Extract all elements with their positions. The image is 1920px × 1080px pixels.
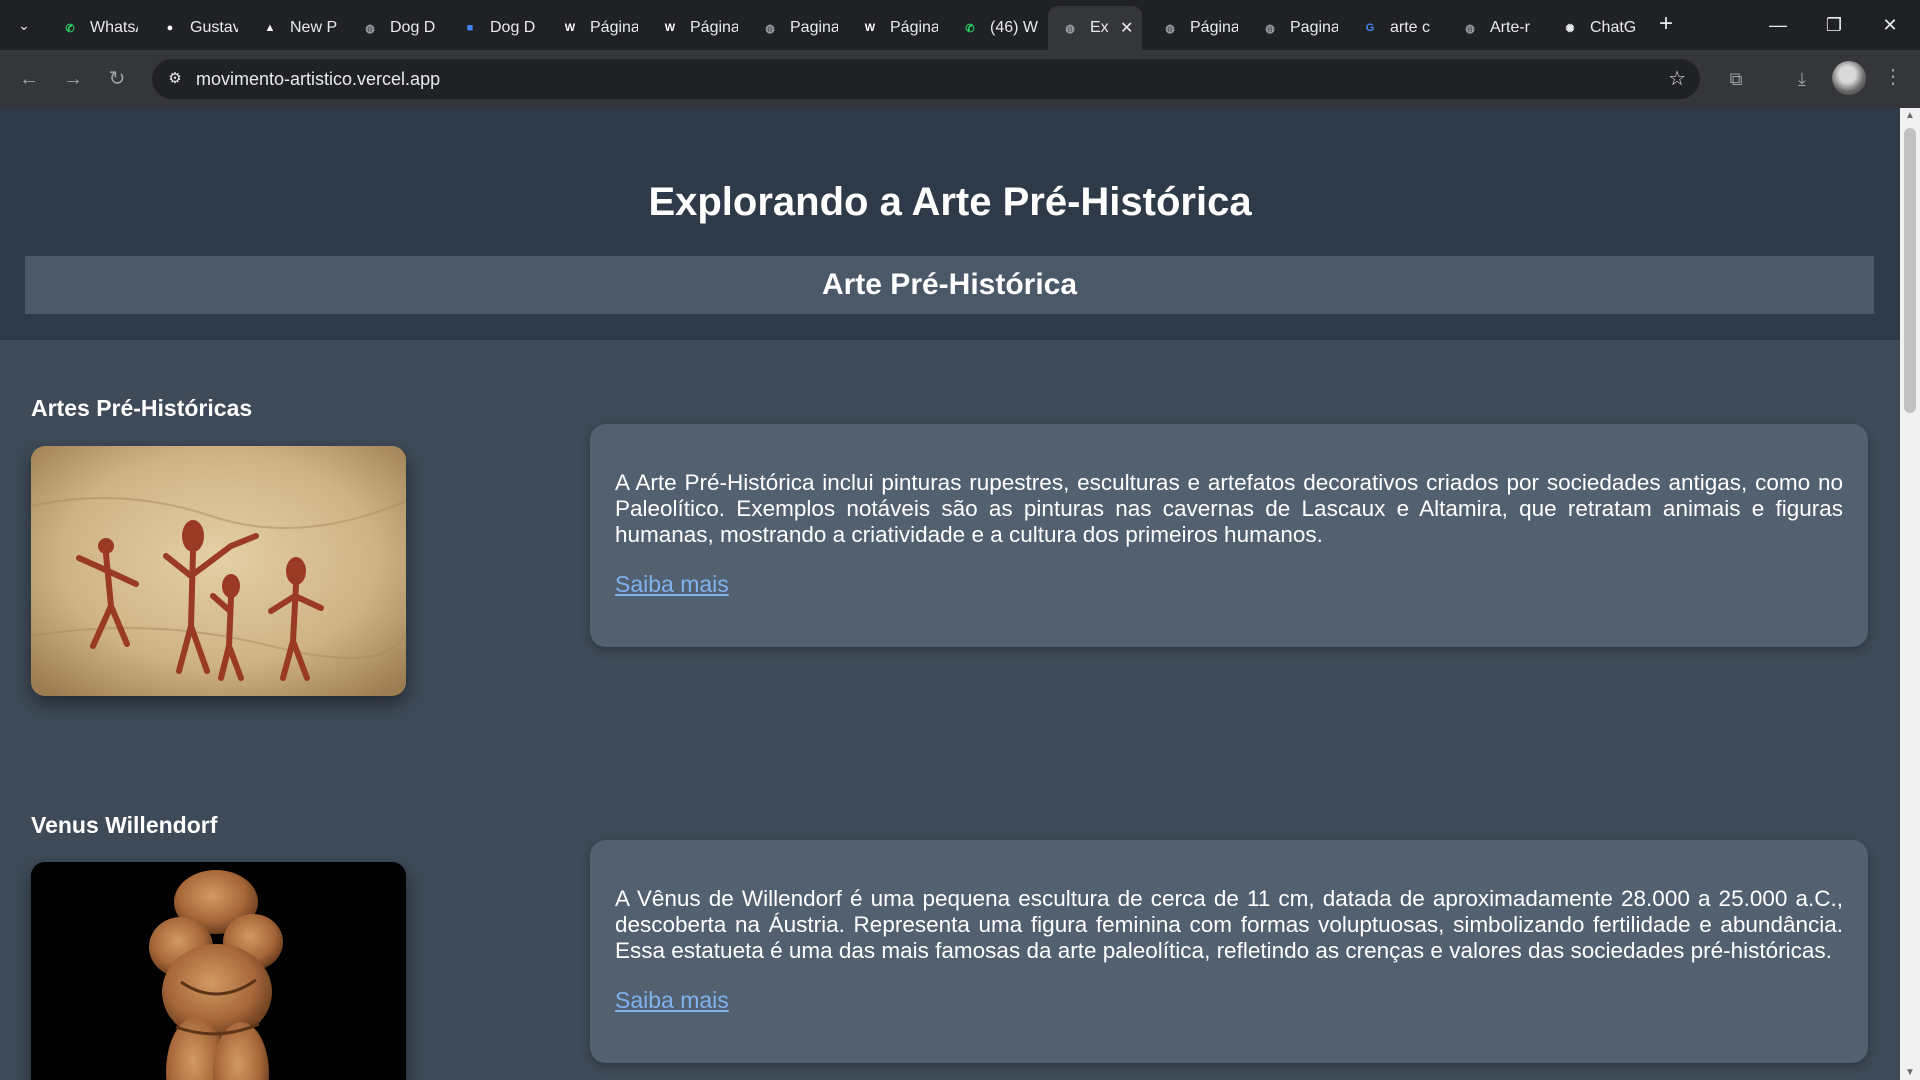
scrollbar-thumb[interactable] bbox=[1904, 128, 1916, 413]
browser-tab[interactable]: ◍ Página bbox=[1148, 6, 1244, 50]
google-icon: G bbox=[1365, 22, 1375, 34]
tab-title: Página bbox=[890, 19, 938, 36]
section-heading: Artes Pré-Históricas bbox=[31, 395, 253, 421]
info-card: A Arte Pré-Histórica inclui pinturas rup… bbox=[590, 424, 1868, 647]
ws-icon: W bbox=[664, 22, 676, 34]
scroll-up-arrow-icon[interactable]: ▲ bbox=[1900, 110, 1920, 121]
browser-tab[interactable]: ✺ ChatG bbox=[1548, 6, 1644, 50]
whatsapp-icon: ✆ bbox=[965, 22, 975, 35]
tab-strip: ⌄ ✆ WhatsApp ● Gustavo ▲ New P ◍ Dog D ■ Dog D W Pá… bbox=[0, 0, 1920, 50]
whatsapp-icon: ✆ bbox=[65, 22, 75, 35]
tab-title: Página bbox=[690, 19, 738, 36]
close-tab-icon[interactable]: ✕ bbox=[1120, 18, 1133, 38]
browser-tab[interactable]: ■ Dog D bbox=[448, 6, 544, 50]
card-text: A Arte Pré-Histórica inclui pinturas rup… bbox=[615, 470, 1843, 547]
browser-tab[interactable]: ◍ Dog D bbox=[348, 6, 444, 50]
bookmark-star-icon[interactable]: ☆ bbox=[1668, 66, 1686, 91]
site-info-icon[interactable]: ⚙ bbox=[162, 66, 188, 92]
browser-tab[interactable]: W Página bbox=[848, 6, 944, 50]
tab-title: Página bbox=[1190, 19, 1238, 36]
saiba-mais-link[interactable]: Saiba mais bbox=[615, 987, 729, 1014]
url-text[interactable]: movimento-artistico.vercel.app bbox=[196, 69, 440, 90]
tab-search-chevron-icon[interactable]: ⌄ bbox=[10, 11, 38, 39]
site-header: Explorando a Arte Pré-Histórica Arte Pré… bbox=[0, 108, 1900, 340]
browser-tab[interactable]: ✆ WhatsApp bbox=[48, 6, 144, 50]
contact-icon: ■ bbox=[466, 22, 474, 34]
vercel-icon: ▲ bbox=[264, 22, 276, 34]
openai-icon: ✺ bbox=[1565, 22, 1575, 35]
globe-icon: ◍ bbox=[365, 22, 375, 35]
tab-title: Dog D bbox=[490, 19, 536, 36]
restore-button[interactable]: ❐ bbox=[1806, 0, 1862, 50]
browser-tab[interactable]: ● Gustavo bbox=[148, 6, 244, 50]
browser-tab[interactable]: ◍ Pagina bbox=[748, 6, 844, 50]
tab-title: New P bbox=[290, 19, 338, 36]
ws-icon: W bbox=[864, 22, 876, 34]
tab-title: Pagina bbox=[1290, 19, 1338, 36]
address-bar[interactable]: ⚙ movimento-artistico.vercel.app ☆ bbox=[152, 59, 1700, 99]
browser-toolbar: ← → ↻ ⚙ movimento-artistico.vercel.app ☆… bbox=[0, 50, 1920, 108]
page-scrollbar[interactable]: ▲ ▼ bbox=[1900, 108, 1920, 1080]
subtitle-bar: Arte Pré-Histórica bbox=[25, 256, 1874, 314]
tab-title: Arte-r bbox=[1490, 19, 1530, 36]
cave-painting-image bbox=[31, 446, 406, 696]
download-icon[interactable]: ⤓ bbox=[1788, 65, 1816, 93]
browser-tab[interactable]: ◍ Pagina bbox=[1248, 6, 1344, 50]
tab-title: ChatG bbox=[1590, 19, 1637, 36]
info-card: A Vênus de Willendorf é uma pequena escu… bbox=[590, 840, 1868, 1063]
reload-icon[interactable]: ↻ bbox=[102, 64, 132, 94]
card-text: A Vênus de Willendorf é uma pequena escu… bbox=[615, 886, 1843, 963]
browser-tab[interactable]: ◍ Ex ✕ bbox=[1048, 6, 1142, 50]
menu-dots-icon[interactable]: ⋮ bbox=[1880, 64, 1906, 89]
browser-tab[interactable]: Garte c bbox=[1348, 6, 1444, 50]
browser-tab[interactable]: ✆ (46) W bbox=[948, 6, 1044, 50]
tab-title: Dog D bbox=[390, 19, 436, 36]
back-arrow-icon[interactable]: ← bbox=[14, 64, 44, 94]
tab-title: Gustavo bbox=[190, 19, 238, 36]
github-icon: ● bbox=[166, 22, 174, 34]
tab-title: arte c bbox=[1390, 19, 1431, 36]
page-title: Explorando a Arte Pré-Histórica bbox=[648, 180, 1252, 224]
globe-icon: ◍ bbox=[1065, 22, 1075, 35]
tab-title: Pagina bbox=[790, 19, 838, 36]
extensions-icon[interactable]: ⧉ bbox=[1722, 65, 1750, 93]
new-tab-button[interactable]: + bbox=[1652, 11, 1680, 39]
globe-icon: ◍ bbox=[1465, 22, 1475, 35]
browser-tab[interactable]: W Página bbox=[548, 6, 644, 50]
saiba-mais-link[interactable]: Saiba mais bbox=[615, 571, 729, 598]
ws-icon: W bbox=[564, 22, 576, 34]
page-viewport: Explorando a Arte Pré-Histórica Arte Pré… bbox=[0, 108, 1900, 1080]
close-window-button[interactable]: ✕ bbox=[1862, 0, 1918, 50]
globe-icon: ◍ bbox=[765, 22, 775, 35]
section-heading: Venus Willendorf bbox=[31, 812, 218, 838]
browser-tab[interactable]: W Página bbox=[648, 6, 744, 50]
minimize-button[interactable]: — bbox=[1750, 0, 1806, 50]
venus-statue-image bbox=[31, 862, 406, 1080]
scroll-down-arrow-icon[interactable]: ▼ bbox=[1900, 1067, 1920, 1078]
forward-arrow-icon[interactable]: → bbox=[58, 64, 88, 94]
tab-title: (46) W bbox=[990, 19, 1038, 36]
tab-title: WhatsApp bbox=[90, 19, 138, 36]
profile-avatar[interactable] bbox=[1832, 61, 1866, 95]
globe-icon: ◍ bbox=[1265, 22, 1275, 35]
browser-tab[interactable]: ◍ Arte-r bbox=[1448, 6, 1544, 50]
page-subtitle: Arte Pré-Histórica bbox=[821, 268, 1078, 301]
tab-title: Página bbox=[590, 19, 638, 36]
tab-title: Ex bbox=[1090, 19, 1108, 36]
browser-tab[interactable]: ▲ New P bbox=[248, 6, 344, 50]
globe-icon: ◍ bbox=[1165, 22, 1175, 35]
